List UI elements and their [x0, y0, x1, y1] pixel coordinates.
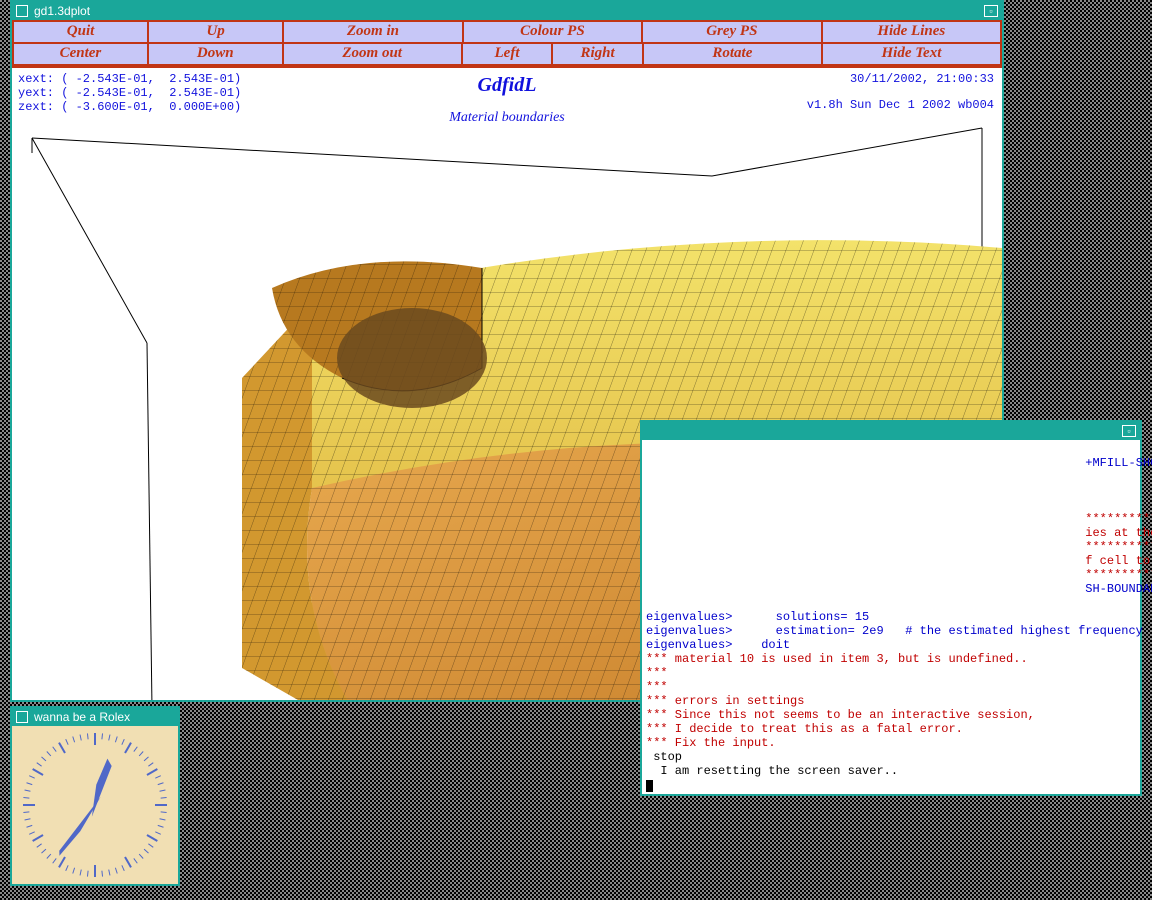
- term-line: +MFILL-SHOWALL-NO=0002: [1085, 456, 1152, 470]
- clock-window-title: wanna be a Rolex: [34, 710, 130, 724]
- window-menu-icon[interactable]: [16, 711, 28, 723]
- term-line: ***: [646, 666, 668, 680]
- cursor-icon: [646, 780, 653, 792]
- maximize-icon[interactable]: ▫: [1122, 425, 1136, 437]
- zoom-in-button[interactable]: Zoom in: [284, 20, 463, 44]
- term-line: ***: [646, 680, 668, 694]
- right-button[interactable]: Right: [553, 44, 644, 66]
- clock-face: [12, 726, 178, 884]
- term-line: ies at the edges.: [1085, 526, 1152, 540]
- term-line: stop: [646, 750, 682, 764]
- maximize-icon[interactable]: ▫: [984, 5, 998, 17]
- term-line: eigenvalues> solutions= 15: [646, 610, 869, 624]
- colour-ps-button[interactable]: Colour PS: [464, 20, 643, 44]
- plot-titlebar[interactable]: gd1.3dplot ▫: [12, 2, 1002, 20]
- term-line: I am resetting the screen saver..: [646, 764, 898, 778]
- quit-button[interactable]: Quit: [12, 20, 149, 44]
- left-button[interactable]: Left: [463, 44, 554, 66]
- hide-lines-button[interactable]: Hide Lines: [823, 20, 1002, 44]
- up-button[interactable]: Up: [149, 20, 284, 44]
- term-line: *** I decide to treat this as a fatal er…: [646, 722, 963, 736]
- term-line: [646, 526, 1085, 540]
- term-line: SH-BOUNDARIES.0001.gld: [1085, 582, 1152, 596]
- terminal-output[interactable]: +MFILL-SHOWALL-NO=0002 ************ ies …: [642, 440, 1140, 794]
- term-line: ************: [1085, 568, 1152, 582]
- rotate-button[interactable]: Rotate: [644, 44, 823, 66]
- plot-toolbar: Quit Up Zoom in Colour PS Grey PS Hide L…: [12, 20, 1002, 68]
- term-line: *** errors in settings: [646, 694, 804, 708]
- plot-window-title: gd1.3dplot: [34, 4, 90, 18]
- term-line: f cell to take.: [1085, 554, 1152, 568]
- term-line: eigenvalues> doit: [646, 638, 790, 652]
- term-line: ************: [1085, 512, 1152, 526]
- down-button[interactable]: Down: [149, 44, 284, 66]
- term-line: [646, 540, 1085, 554]
- grey-ps-button[interactable]: Grey PS: [643, 20, 822, 44]
- window-menu-icon[interactable]: [16, 5, 28, 17]
- term-line: [646, 456, 1085, 470]
- term-line: *****************: [1085, 540, 1152, 554]
- center-button[interactable]: Center: [12, 44, 149, 66]
- term-line: [646, 554, 1085, 568]
- clock-titlebar[interactable]: wanna be a Rolex: [12, 708, 178, 726]
- zoom-out-button[interactable]: Zoom out: [284, 44, 463, 66]
- terminal-window: ▫ +MFILL-SHOWALL-NO=0002 ************: [640, 420, 1142, 796]
- term-line: eigenvalues> estimation= 2e9 # the estim…: [646, 624, 1143, 638]
- term-line: [646, 582, 1085, 596]
- terminal-titlebar[interactable]: ▫: [642, 422, 1140, 440]
- term-line: *** Fix the input.: [646, 736, 776, 750]
- clock-window: wanna be a Rolex: [10, 706, 180, 886]
- term-line: *** material 10 is used in item 3, but i…: [646, 652, 1028, 666]
- hide-text-button[interactable]: Hide Text: [823, 44, 1002, 66]
- term-line: *** Since this not seems to be an intera…: [646, 708, 1035, 722]
- term-line: [646, 568, 1085, 582]
- term-line: [646, 512, 1085, 526]
